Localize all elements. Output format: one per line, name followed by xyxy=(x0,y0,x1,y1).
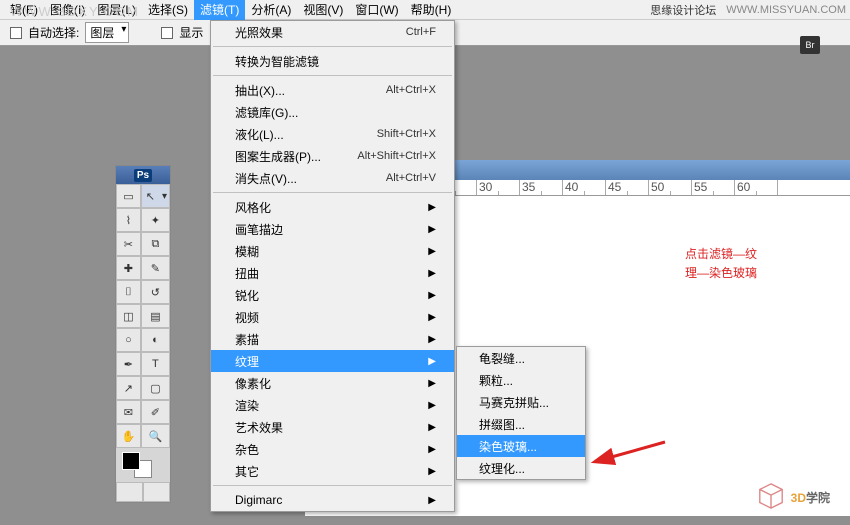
tool-shape[interactable]: ▢ xyxy=(141,376,170,400)
texture-item[interactable]: 纹理化... xyxy=(457,457,585,479)
tool-path[interactable]: ↗ xyxy=(116,376,141,400)
auto-select-label: 自动选择: xyxy=(28,24,79,41)
tool-blur[interactable]: ○ xyxy=(116,328,141,352)
tool-stamp[interactable]: ⌷ xyxy=(116,280,141,304)
menu-edit[interactable]: 辑(E) xyxy=(4,0,44,20)
menu-window[interactable]: 窗口(W) xyxy=(349,0,404,20)
tool-hand[interactable]: ✋ xyxy=(116,424,141,448)
menu-help[interactable]: 帮助(H) xyxy=(405,0,458,20)
forum-link[interactable]: 思缘设计论坛 xyxy=(650,2,716,18)
filter-item[interactable]: 像素化▶ xyxy=(211,372,454,394)
tool-marquee[interactable]: ▭ xyxy=(116,184,141,208)
logo-3d-academy: 3D学院 xyxy=(757,482,830,510)
filter-item[interactable]: 锐化▶ xyxy=(211,284,454,306)
cube-icon xyxy=(757,482,785,510)
logo-text: 3D学院 xyxy=(791,486,830,507)
tool-brush[interactable]: ✎ xyxy=(141,256,170,280)
tool-slice[interactable]: ⧉ xyxy=(141,232,170,256)
filter-dropdown: 光照效果Ctrl+F 转换为智能滤镜抽出(X)...Alt+Ctrl+X滤镜库(G… xyxy=(210,20,455,512)
filter-item[interactable]: 滤镜库(G)... xyxy=(211,101,454,123)
menu-view[interactable]: 视图(V) xyxy=(297,0,349,20)
menu-filter[interactable]: 滤镜(T) xyxy=(194,0,245,20)
tool-move[interactable]: ↖ xyxy=(141,184,170,208)
tool-gradient[interactable]: ▤ xyxy=(141,304,170,328)
texture-submenu: 龟裂缝...颗粒...马赛克拼贴...拼缀图...染色玻璃...纹理化... xyxy=(456,346,586,480)
arrow-annotation xyxy=(600,440,670,473)
filter-item[interactable]: 扭曲▶ xyxy=(211,262,454,284)
menu-analysis[interactable]: 分析(A) xyxy=(245,0,297,20)
tool-notes[interactable]: ✉ xyxy=(116,400,141,424)
tool-pen[interactable]: ✒ xyxy=(116,352,141,376)
menu-select[interactable]: 选择(S) xyxy=(142,0,194,20)
forum-url: WWW.MISSYUAN.COM xyxy=(726,4,846,16)
tool-heal[interactable]: ✚ xyxy=(116,256,141,280)
tool-crop[interactable]: ✂ xyxy=(116,232,141,256)
filter-item[interactable]: 视频▶ xyxy=(211,306,454,328)
filter-item[interactable]: 其它▶ xyxy=(211,460,454,482)
quick-mask-row xyxy=(116,482,170,502)
filter-item[interactable]: 消失点(V)...Alt+Ctrl+V xyxy=(211,167,454,189)
quick-mask-mode[interactable] xyxy=(143,482,170,502)
filter-item[interactable]: 图案生成器(P)...Alt+Shift+Ctrl+X xyxy=(211,145,454,167)
tool-type[interactable]: T xyxy=(141,352,170,376)
texture-item[interactable]: 马赛克拼贴... xyxy=(457,391,585,413)
tool-dodge[interactable]: ◐ xyxy=(141,328,170,352)
menu-layer[interactable]: 图层(L) xyxy=(91,0,142,20)
filter-item[interactable]: Digimarc▶ xyxy=(211,489,454,511)
tool-eyedrop[interactable]: ✐ xyxy=(141,400,170,424)
filter-item[interactable]: 杂色▶ xyxy=(211,438,454,460)
tool-history[interactable]: ↺ xyxy=(141,280,170,304)
filter-item[interactable]: 转换为智能滤镜 xyxy=(211,50,454,72)
tool-eraser[interactable]: ◫ xyxy=(116,304,141,328)
annotation-text: 点击滤镜—纹 理—染色玻璃 xyxy=(685,245,757,283)
annotation-line2: 理—染色玻璃 xyxy=(685,264,757,283)
menu-bar: 辑(E) 图像(I) 图层(L) 选择(S) 滤镜(T) 分析(A) 视图(V)… xyxy=(0,0,850,20)
show-checkbox[interactable] xyxy=(161,27,173,39)
tools-panel: Ps ▭ ↖ ⌇ ✦ ✂ ⧉ ✚ ✎ ⌷ ↺ ◫ ▤ ○ ◐ ✒ T ↗ ▢ ✉… xyxy=(115,165,171,503)
fg-color[interactable] xyxy=(122,452,140,470)
show-label: 显示 xyxy=(179,24,203,41)
filter-item[interactable]: 画笔描边▶ xyxy=(211,218,454,240)
texture-item[interactable]: 龟裂缝... xyxy=(457,347,585,369)
standard-mode[interactable] xyxy=(116,482,143,502)
annotation-line1: 点击滤镜—纹 xyxy=(685,245,757,264)
auto-select-dropdown[interactable]: 图层 xyxy=(85,22,129,43)
filter-item[interactable]: 素描▶ xyxy=(211,328,454,350)
tool-zoom[interactable]: 🔍 xyxy=(141,424,170,448)
filter-item[interactable]: 模糊▶ xyxy=(211,240,454,262)
filter-item[interactable]: 纹理▶ xyxy=(211,350,454,372)
auto-select-checkbox[interactable] xyxy=(10,27,22,39)
filter-item[interactable]: 风格化▶ xyxy=(211,196,454,218)
filter-item[interactable]: 液化(L)...Shift+Ctrl+X xyxy=(211,123,454,145)
tool-lasso[interactable]: ⌇ xyxy=(116,208,141,232)
texture-item[interactable]: 颗粒... xyxy=(457,369,585,391)
filter-item[interactable]: 抽出(X)...Alt+Ctrl+X xyxy=(211,79,454,101)
menu-image[interactable]: 图像(I) xyxy=(44,0,91,20)
filter-item[interactable]: 艺术效果▶ xyxy=(211,416,454,438)
filter-item[interactable]: 光照效果Ctrl+F xyxy=(211,21,454,43)
ps-icon: Ps xyxy=(134,169,152,182)
texture-item[interactable]: 染色玻璃... xyxy=(457,435,585,457)
texture-item[interactable]: 拼缀图... xyxy=(457,413,585,435)
color-swatches[interactable] xyxy=(116,448,170,482)
tools-header[interactable]: Ps xyxy=(116,166,170,184)
bridge-icon[interactable]: Br xyxy=(800,36,820,54)
tool-wand[interactable]: ✦ xyxy=(141,208,170,232)
filter-item[interactable]: 渲染▶ xyxy=(211,394,454,416)
